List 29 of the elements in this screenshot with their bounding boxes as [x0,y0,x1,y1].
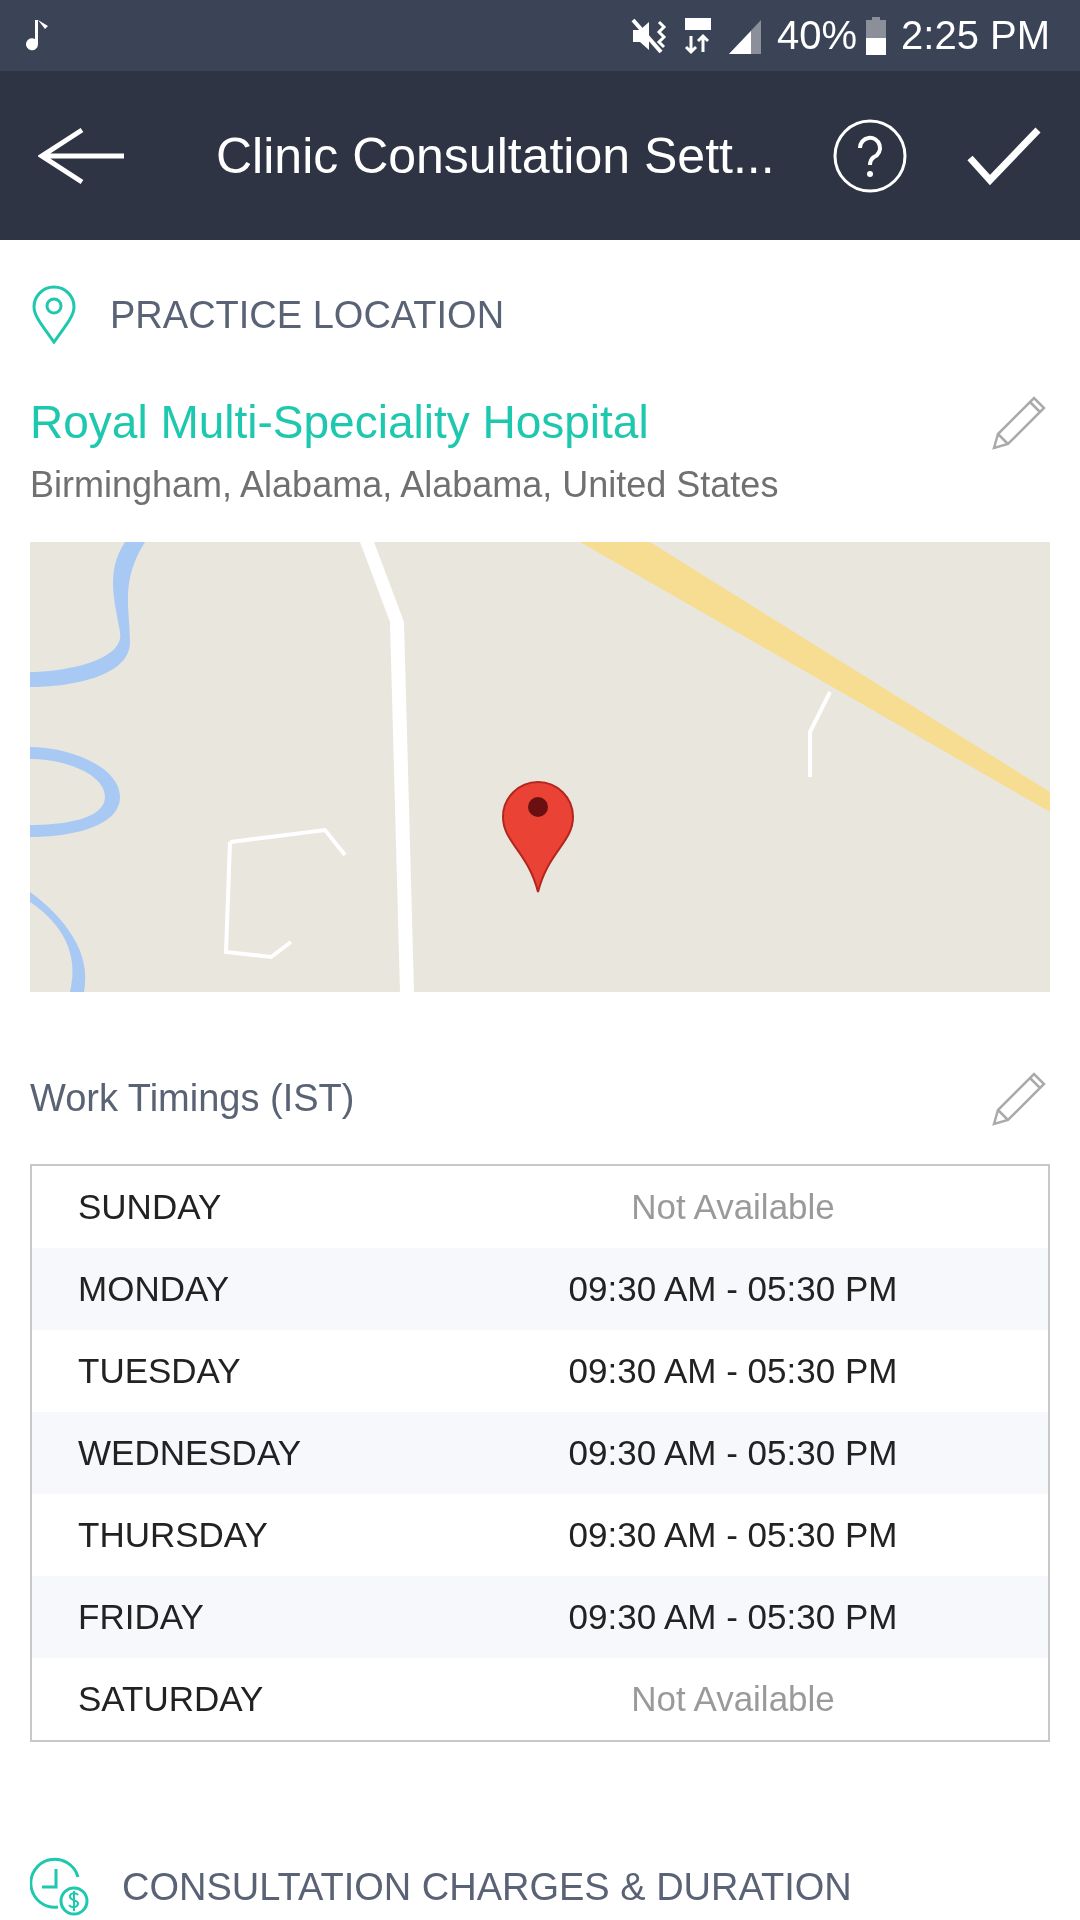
day-label: MONDAY [77,1269,231,1309]
checkmark-icon[interactable] [966,125,1042,186]
battery-percent: 40% [776,13,858,58]
day-label: SATURDAY [77,1679,265,1719]
day-label: THURSDAY [77,1515,269,1555]
day-label: WEDNESDAY [77,1433,302,1473]
screen-title: Clinic Consultation Sett... [216,126,776,185]
section-heading: CONSULTATION CHARGES & DURATION [122,1865,852,1909]
hours-text: 09:30 AM - 05:30 PM [567,1351,899,1391]
day-label: TUESDAY [77,1351,242,1391]
hours-text: 09:30 AM - 05:30 PM [567,1515,899,1555]
clock: 2:25 PM [901,13,1050,58]
section-heading: PRACTICE LOCATION [110,293,505,337]
location-pin-icon [30,285,78,345]
help-icon[interactable] [832,117,908,194]
day-label: SUNDAY [77,1187,223,1227]
section-heading: Work Timings (IST) [30,1076,355,1120]
day-label: FRIDAY [77,1597,205,1637]
hours-text: 09:30 AM - 05:30 PM [567,1433,899,1473]
clock-dollar-icon [30,1857,90,1917]
address: Birmingham, Alabama, Alabama, United States [30,464,780,506]
back-arrow-icon[interactable] [38,125,126,186]
hours-text: Not Available [630,1187,836,1227]
hospital-name: Royal Multi-Speciality Hospital [30,395,649,449]
hours-text: Not Available [630,1679,836,1719]
hours-text: 09:30 AM - 05:30 PM [567,1269,899,1309]
hours-text: 09:30 AM - 05:30 PM [567,1597,899,1637]
data-arrows-icon [682,15,713,56]
battery-icon [865,15,888,56]
